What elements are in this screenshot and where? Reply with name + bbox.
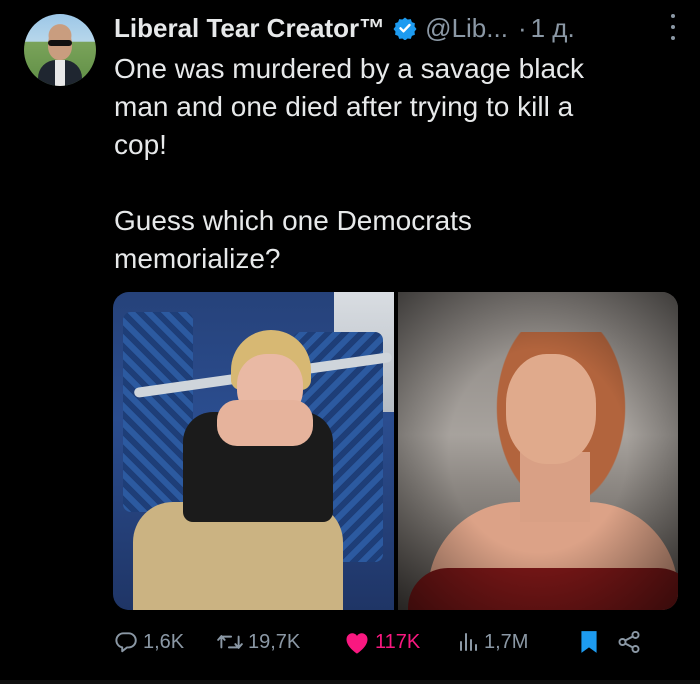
views-count: 1,7M [484, 630, 529, 653]
media-image-right[interactable] [397, 292, 678, 610]
verified-badge-icon [393, 17, 417, 40]
views-button[interactable]: 1,7M [458, 630, 578, 654]
more-options-icon[interactable] [668, 14, 678, 40]
tweet-text: One was murdered by a savage black man a… [114, 53, 585, 274]
share-button[interactable] [616, 629, 646, 655]
author-name[interactable]: Liberal Tear Creator™ [114, 13, 385, 44]
retweet-button[interactable]: 19,7K [216, 629, 343, 655]
reply-button[interactable]: 1,6K [113, 629, 216, 655]
retweet-count: 19,7K [248, 630, 301, 653]
like-count: 117K [375, 630, 421, 653]
share-icon [618, 630, 640, 654]
tweet-media [113, 292, 678, 610]
author-handle[interactable]: @Lib... [425, 13, 508, 44]
tweet-actions: 1,6K 19,7K 117K 1,7M [113, 624, 673, 660]
retweet-icon [217, 635, 243, 649]
media-image-left[interactable] [113, 292, 394, 610]
avatar[interactable] [24, 14, 96, 86]
bookmark-button[interactable] [578, 629, 616, 655]
heart-icon [346, 633, 368, 654]
tweet-header: Liberal Tear Creator™ @Lib... · 1 д. [114, 8, 680, 48]
more-dot [671, 25, 675, 29]
avatar-glasses [48, 40, 72, 46]
reply-icon [115, 632, 137, 653]
reply-count: 1,6K [143, 630, 185, 653]
avatar-shirt [55, 60, 65, 86]
bookmark-icon [581, 631, 597, 653]
separator-dot: · [517, 12, 527, 43]
person-hands [217, 400, 313, 446]
like-button[interactable]: 117K [343, 629, 458, 655]
divider [0, 680, 700, 684]
more-dot [671, 14, 675, 18]
photo-vignette [397, 292, 678, 610]
more-dot [671, 36, 675, 40]
tweet-time[interactable]: 1 д. [531, 13, 575, 44]
views-icon [460, 633, 477, 651]
